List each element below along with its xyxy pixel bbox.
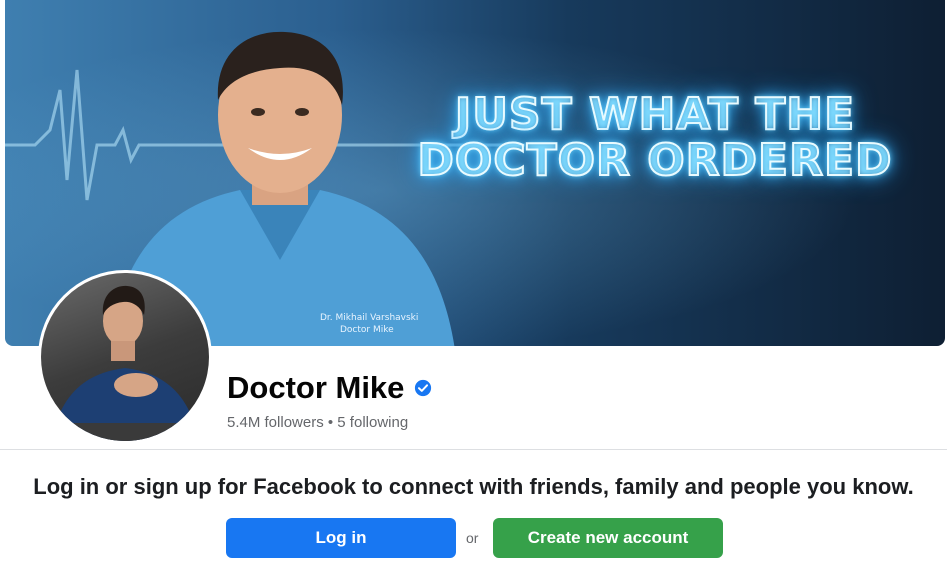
profile-avatar[interactable] bbox=[38, 270, 212, 444]
profile-name-text: Doctor Mike bbox=[227, 370, 405, 405]
cover-headline: JUST WHAT THE DOCTOR ORDERED bbox=[405, 89, 905, 187]
or-separator: or bbox=[466, 530, 479, 546]
verified-badge-icon bbox=[415, 379, 432, 397]
section-divider bbox=[0, 449, 947, 450]
create-account-button[interactable]: Create new account bbox=[493, 518, 723, 558]
cover-headline-line-1: JUST WHAT THE bbox=[454, 89, 856, 140]
signup-prompt: Log in or sign up for Facebook to connec… bbox=[33, 474, 914, 499]
profile-name: Doctor Mike bbox=[227, 370, 432, 406]
followers-count[interactable]: 5.4M followers bbox=[227, 414, 324, 431]
cover-headline-line-2: DOCTOR ORDERED bbox=[416, 135, 893, 187]
scrubs-embroidery: Dr. Mikhail Varshavski bbox=[320, 313, 418, 323]
profile-stats: 5.4M followers • 5 following bbox=[227, 414, 408, 431]
avatar-person-image bbox=[41, 285, 209, 441]
scrubs-embroidery-2: Doctor Mike bbox=[340, 325, 394, 335]
login-button[interactable]: Log in bbox=[226, 518, 456, 558]
following-count[interactable]: 5 following bbox=[337, 414, 408, 431]
stats-separator: • bbox=[323, 414, 338, 431]
